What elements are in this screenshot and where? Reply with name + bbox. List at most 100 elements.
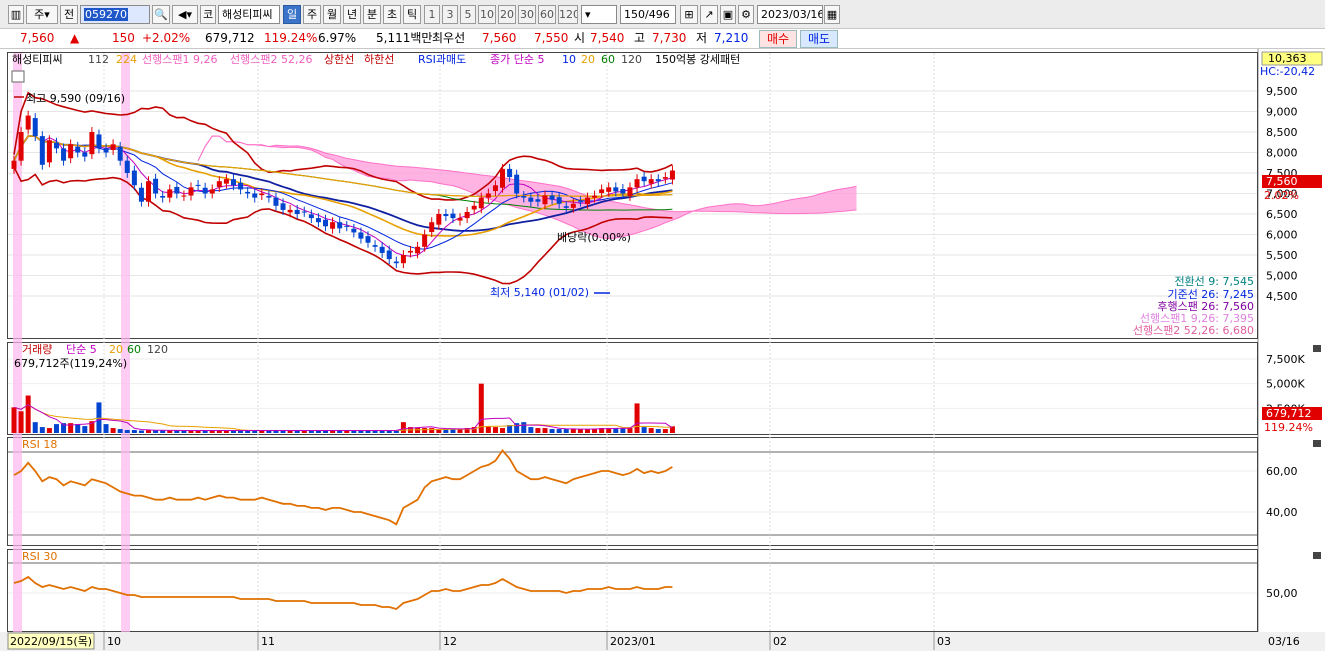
month-label: 12	[443, 635, 457, 648]
candle-body	[648, 179, 654, 184]
up-arrow-icon: ▲	[70, 31, 80, 45]
interval-3[interactable]: 3	[442, 5, 458, 24]
view-select[interactable]: 전	[60, 5, 78, 24]
candle-body	[18, 132, 24, 161]
best-quote-label: 최우선	[432, 31, 466, 45]
interval-custom-select[interactable]: ▾	[581, 5, 617, 24]
candle-body	[436, 214, 442, 225]
period-tick[interactable]: 틱	[403, 5, 421, 24]
candle-body	[75, 146, 81, 153]
candle-body	[11, 160, 17, 169]
candle-body	[599, 189, 605, 194]
count-field[interactable]: 150/496	[620, 5, 676, 24]
candle-body	[457, 218, 463, 221]
candle-body	[266, 195, 272, 198]
chart-area[interactable]: 9,500 9,000 8,500 8,000 7,500 7,000 6,500 6,000…	[0, 49, 1325, 651]
volume-bar	[563, 429, 569, 433]
candle-body	[308, 214, 314, 219]
code-input[interactable]: 059270	[80, 5, 150, 24]
gear-icon[interactable]: ⚙	[738, 5, 754, 24]
interval-20[interactable]: 20	[498, 5, 516, 24]
price-tick-label: 6,000	[1266, 229, 1298, 242]
volume-bar	[11, 407, 17, 433]
candle-body	[592, 195, 598, 198]
legend-112: 112	[88, 53, 109, 66]
code-search-icon[interactable]: 🔍	[152, 5, 170, 24]
chart-background	[0, 49, 1325, 651]
volume-bar	[400, 422, 406, 433]
candle-body	[344, 225, 350, 227]
period-year[interactable]: 년	[343, 5, 361, 24]
candle-body	[620, 188, 626, 194]
candle-body	[181, 195, 187, 197]
grid-icon[interactable]: ⊞	[680, 5, 698, 24]
candle-body	[131, 170, 137, 186]
stock-chart-window: ▥ 주▾ 전 059270 🔍 ◀▾ 코 해성티피씨 일 주 월 년 분 초 틱…	[0, 0, 1325, 651]
candle-body	[450, 213, 456, 219]
rsi30-panel-menu-icon[interactable]	[1313, 552, 1321, 559]
interval-120[interactable]: 120	[558, 5, 578, 24]
speaker-icon[interactable]: ◀▾	[172, 5, 198, 24]
save-icon[interactable]: ▣	[720, 5, 736, 24]
price-tick-label: 5,500	[1266, 249, 1298, 262]
chart-canvas[interactable]: 9,5009,0008,5008,0007,5007,0006,5006,000…	[0, 49, 1325, 651]
sell-button[interactable]: 매도	[800, 30, 838, 48]
period-month[interactable]: 월	[323, 5, 341, 24]
start-date: 2022/09/15(목)	[10, 635, 92, 648]
candle-body	[188, 187, 194, 196]
volume-bar	[429, 428, 435, 433]
candle-body	[315, 218, 321, 223]
candle-body	[542, 195, 548, 205]
period-minute[interactable]: 분	[363, 5, 381, 24]
price-tick-label: 9,000	[1266, 106, 1298, 119]
volume-panel-menu-icon[interactable]	[1313, 345, 1321, 352]
candle-body	[669, 170, 675, 180]
interval-30[interactable]: 30	[518, 5, 536, 24]
volume-bar	[46, 428, 52, 433]
interval-60[interactable]: 60	[538, 5, 556, 24]
candle-body	[245, 191, 251, 194]
candle-body	[25, 115, 31, 130]
legend-rsi-oversold: RSI과매도	[418, 53, 466, 66]
candle-body	[485, 193, 491, 198]
candle-body	[280, 203, 286, 210]
candle-body	[443, 214, 449, 217]
candle-body	[337, 222, 343, 229]
market-select[interactable]: 주▾	[26, 5, 58, 24]
volume-bar	[492, 427, 498, 433]
candle-body	[464, 211, 470, 219]
candle-body	[103, 148, 109, 153]
rsi18-panel-menu-icon[interactable]	[1313, 440, 1321, 447]
candle-body	[323, 219, 329, 227]
tool-icon[interactable]: ↗	[700, 5, 718, 24]
period-day[interactable]: 일	[283, 5, 301, 24]
buy-button[interactable]: 매수	[759, 30, 797, 48]
candle-body	[358, 232, 364, 239]
period-second[interactable]: 초	[383, 5, 401, 24]
period-week[interactable]: 주	[303, 5, 321, 24]
date-field[interactable]: 2023/03/16	[757, 5, 823, 24]
legend-ma10: 10	[562, 53, 576, 66]
volume-bar	[124, 430, 130, 433]
month-label: 02	[773, 635, 787, 648]
volume-legend-ma20: 20	[109, 343, 123, 356]
candle-body	[478, 197, 484, 209]
best-ask: 7,560	[482, 31, 517, 45]
interval-10[interactable]: 10	[478, 5, 496, 24]
candle-body	[655, 179, 661, 182]
volume-bar	[528, 427, 534, 433]
volume-bar	[103, 424, 109, 433]
candle-body	[521, 195, 527, 198]
volume-legend-label: 거래량	[22, 343, 52, 356]
volume-bar	[138, 430, 144, 433]
price-change-rate: +2.02%	[142, 31, 191, 45]
stock-name-field[interactable]: 해성티피씨	[218, 5, 280, 24]
interval-1[interactable]: 1	[424, 5, 440, 24]
calendar-icon[interactable]: ▦	[824, 5, 840, 24]
volume-bar	[131, 430, 137, 433]
layout-icon[interactable]: ▥	[8, 5, 24, 24]
pattern-marker-icon	[11, 70, 25, 83]
candle-body	[167, 189, 173, 198]
interval-5[interactable]: 5	[460, 5, 476, 24]
high-label: 고	[634, 31, 646, 45]
